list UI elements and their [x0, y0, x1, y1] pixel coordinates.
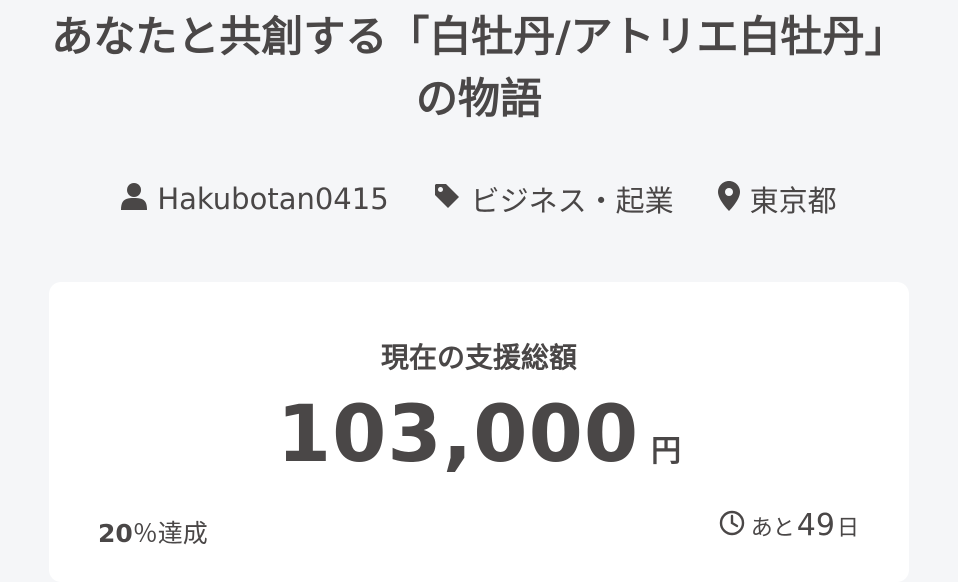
- location-label: 東京都: [749, 184, 837, 218]
- remaining-prefix: あと: [750, 515, 795, 541]
- funding-label: 現在の支援総額: [380, 341, 577, 374]
- location-link[interactable]: 東京都: [717, 178, 837, 220]
- project-title: あなたと共創する「白牡丹/アトリエ白牡丹」の物語: [51, 12, 907, 123]
- location-pin-icon: [717, 180, 750, 218]
- user-icon: [121, 182, 157, 217]
- clock-icon: [719, 510, 751, 542]
- project-meta: Hakubotan0415 ビジネス・起業 東京都: [0, 178, 958, 220]
- remaining-days-count: 49: [796, 508, 835, 543]
- tag-icon: [433, 182, 471, 217]
- remaining-suffix: 日: [836, 515, 859, 541]
- progress-rate: 20％達成: [98, 514, 208, 550]
- category-label: ビジネス・起業: [470, 184, 674, 218]
- funding-amount: 103,000: [276, 390, 640, 480]
- remaining-days: あと 49 日: [719, 508, 859, 543]
- progress-percent: 20: [98, 519, 133, 548]
- category-link[interactable]: ビジネス・起業: [433, 178, 674, 220]
- owner-name: Hakubotan0415: [157, 182, 389, 216]
- funding-unit: 円: [651, 434, 682, 469]
- funding-amount-row: 103,000 円: [49, 390, 909, 480]
- owner-link[interactable]: Hakubotan0415: [121, 182, 389, 217]
- funding-card: 現在の支援総額 103,000 円 20％達成 あと 49 日: [49, 282, 909, 582]
- progress-suffix: ％達成: [132, 519, 208, 548]
